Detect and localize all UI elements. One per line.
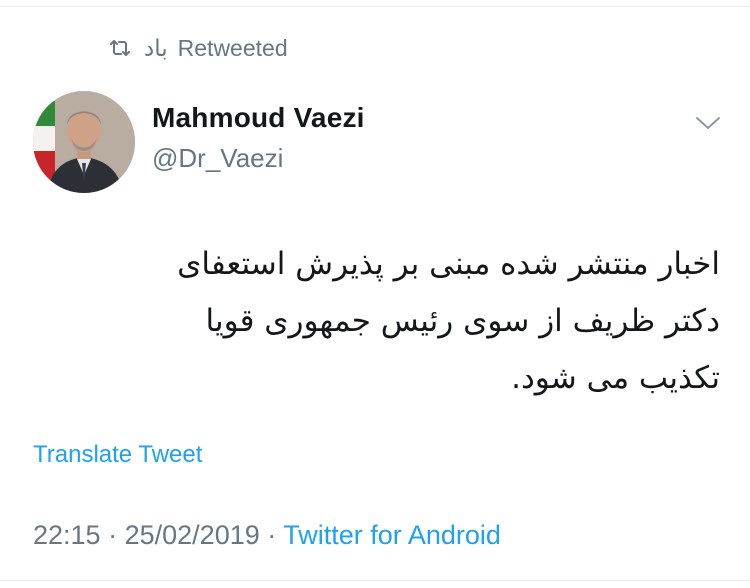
- retweeter-name[interactable]: باد: [144, 35, 168, 62]
- avatar-photo: [33, 91, 135, 193]
- meta-separator: ·: [108, 520, 118, 550]
- meta-separator: ·: [267, 520, 277, 550]
- retweet-context: باد Retweeted: [108, 33, 288, 63]
- chevron-down-icon[interactable]: [694, 114, 722, 132]
- author-handle[interactable]: @Dr_Vaezi: [152, 143, 283, 174]
- retweeted-label: Retweeted: [177, 34, 288, 61]
- tweet-meta: 22:15 · 25/02/2019 · Twitter for Android: [33, 520, 501, 551]
- tweet-date: 25/02/2019: [124, 520, 260, 550]
- translate-tweet-link[interactable]: Translate Tweet: [33, 441, 202, 469]
- bottom-divider: [0, 580, 750, 581]
- retweet-icon: [110, 40, 130, 56]
- avatar[interactable]: [33, 91, 135, 193]
- tweet-time: 22:15: [33, 520, 101, 550]
- author-name[interactable]: Mahmoud Vaezi: [152, 102, 365, 134]
- tweet-text: اخبار منتشر شده مبنی بر پذیرش استعفای دک…: [177, 246, 720, 396]
- top-divider: [0, 6, 750, 7]
- client-link[interactable]: Twitter for Android: [283, 520, 501, 550]
